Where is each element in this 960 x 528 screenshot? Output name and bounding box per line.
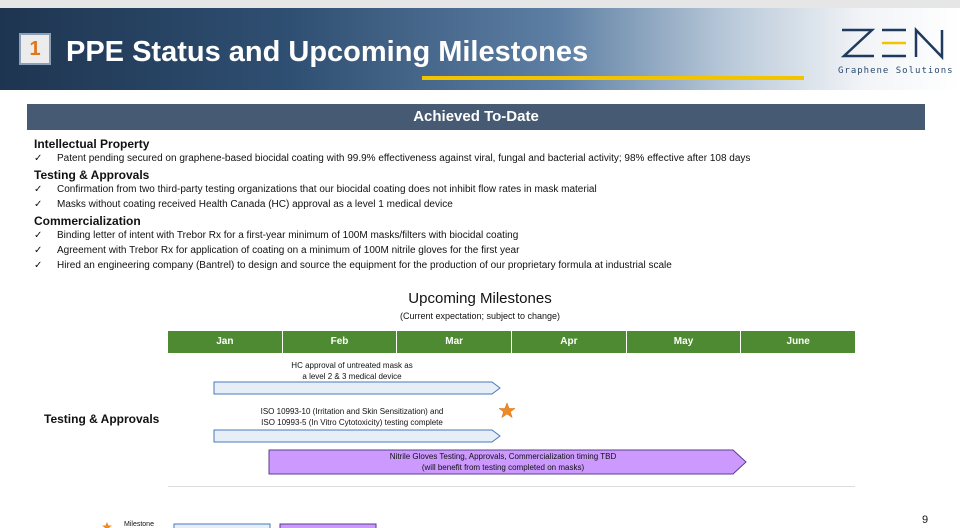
legend-star-icon — [102, 522, 112, 528]
task-bar-iso-testing — [213, 429, 501, 443]
legend-milestone-label: Milestone — [124, 521, 154, 528]
task-bar-hc-approval — [213, 381, 501, 395]
milestone-star-icon — [498, 402, 516, 419]
legend-blue-bar — [173, 523, 271, 528]
legend-purple-bar — [279, 523, 377, 528]
page-number: 9 — [922, 514, 929, 526]
gantt-chart — [102, 381, 747, 528]
task-label-nitrile-gloves: Nitrile Gloves Testing, Approvals, Comme… — [389, 452, 617, 472]
timeline-divider — [168, 486, 855, 487]
